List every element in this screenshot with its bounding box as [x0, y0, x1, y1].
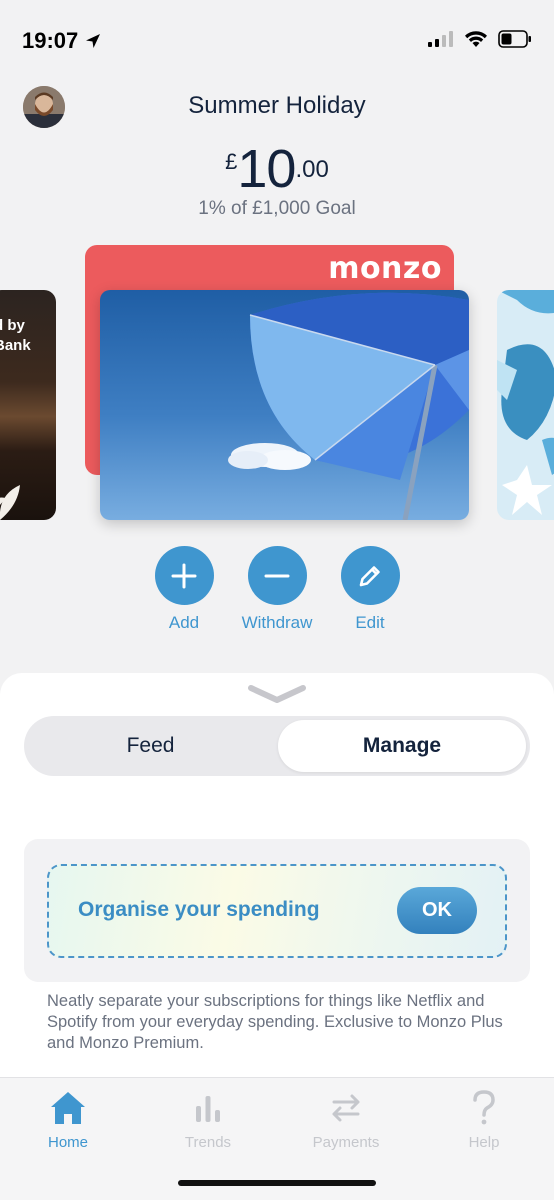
- beach-umbrella-image: [228, 292, 469, 520]
- cellular-signal-icon: [428, 31, 453, 47]
- pot-actions: Add Withdraw Edit: [0, 546, 554, 636]
- status-bar: 19:07: [0, 0, 554, 80]
- tab-home-label: Home: [47, 1134, 88, 1151]
- tab-feed[interactable]: Feed: [24, 716, 277, 776]
- balance-main: 10: [237, 139, 296, 199]
- promo-description: Neatly separate your subscriptions for t…: [47, 992, 503, 1052]
- goal-progress-text: 1% of £1,000 Goal: [198, 198, 356, 219]
- pot-title: Summer Holiday: [188, 92, 366, 119]
- battery-icon: [498, 30, 531, 48]
- pencil-icon: [359, 565, 380, 586]
- withdraw-circle[interactable]: [247, 546, 307, 605]
- question-mark-icon: [473, 1090, 495, 1125]
- chevron-down-icon[interactable]: [247, 684, 307, 706]
- tab-home[interactable]: Home: [18, 1088, 118, 1151]
- home-icon: [51, 1092, 85, 1124]
- pot-cover-image[interactable]: [100, 290, 469, 520]
- status-icons: [428, 30, 532, 48]
- feed-manage-segmented-control: Feed Manage: [24, 716, 530, 776]
- pot-balance: £10.00: [0, 138, 554, 200]
- balance-decimal: .00: [295, 156, 329, 183]
- previous-card-line1: d by: [0, 317, 25, 334]
- wifi-icon: [465, 31, 487, 47]
- next-pot-card[interactable]: [497, 290, 554, 520]
- pattern-decoration-icon: [497, 290, 554, 515]
- tab-payments-label: Payments: [312, 1134, 380, 1151]
- tab-trends[interactable]: Trends: [158, 1088, 258, 1151]
- tab-manage[interactable]: Manage: [278, 720, 526, 772]
- previous-pot-card[interactable]: d by Bank: [0, 290, 56, 520]
- add-circle[interactable]: [154, 546, 214, 605]
- bar-chart-icon: [196, 1096, 220, 1122]
- transfer-arrows-icon: [332, 1094, 360, 1122]
- tab-help-label: Help: [468, 1134, 500, 1151]
- tab-help[interactable]: Help: [434, 1088, 534, 1151]
- edit-circle[interactable]: [340, 546, 400, 605]
- clock-text: 19:07: [22, 28, 79, 53]
- monzo-logo: monzo: [328, 251, 442, 286]
- edit-button[interactable]: Edit: [315, 546, 425, 633]
- currency-symbol: £: [225, 149, 238, 174]
- promo-title: Organise your spending: [78, 898, 320, 921]
- previous-card-text: d by Bank: [0, 316, 31, 356]
- tab-trends-label: Trends: [184, 1134, 232, 1151]
- minus-icon: [264, 574, 290, 577]
- location-arrow-icon: [86, 34, 101, 48]
- tab-payments[interactable]: Payments: [296, 1088, 396, 1151]
- edit-label: Edit: [355, 613, 385, 632]
- promo-ok-button[interactable]: OK: [397, 887, 477, 934]
- plus-icon: [171, 563, 197, 588]
- home-indicator[interactable]: [178, 1180, 376, 1186]
- leaf-decoration-icon: [0, 485, 20, 520]
- previous-card-line2: Bank: [0, 337, 31, 354]
- status-time: 19:07: [22, 28, 102, 54]
